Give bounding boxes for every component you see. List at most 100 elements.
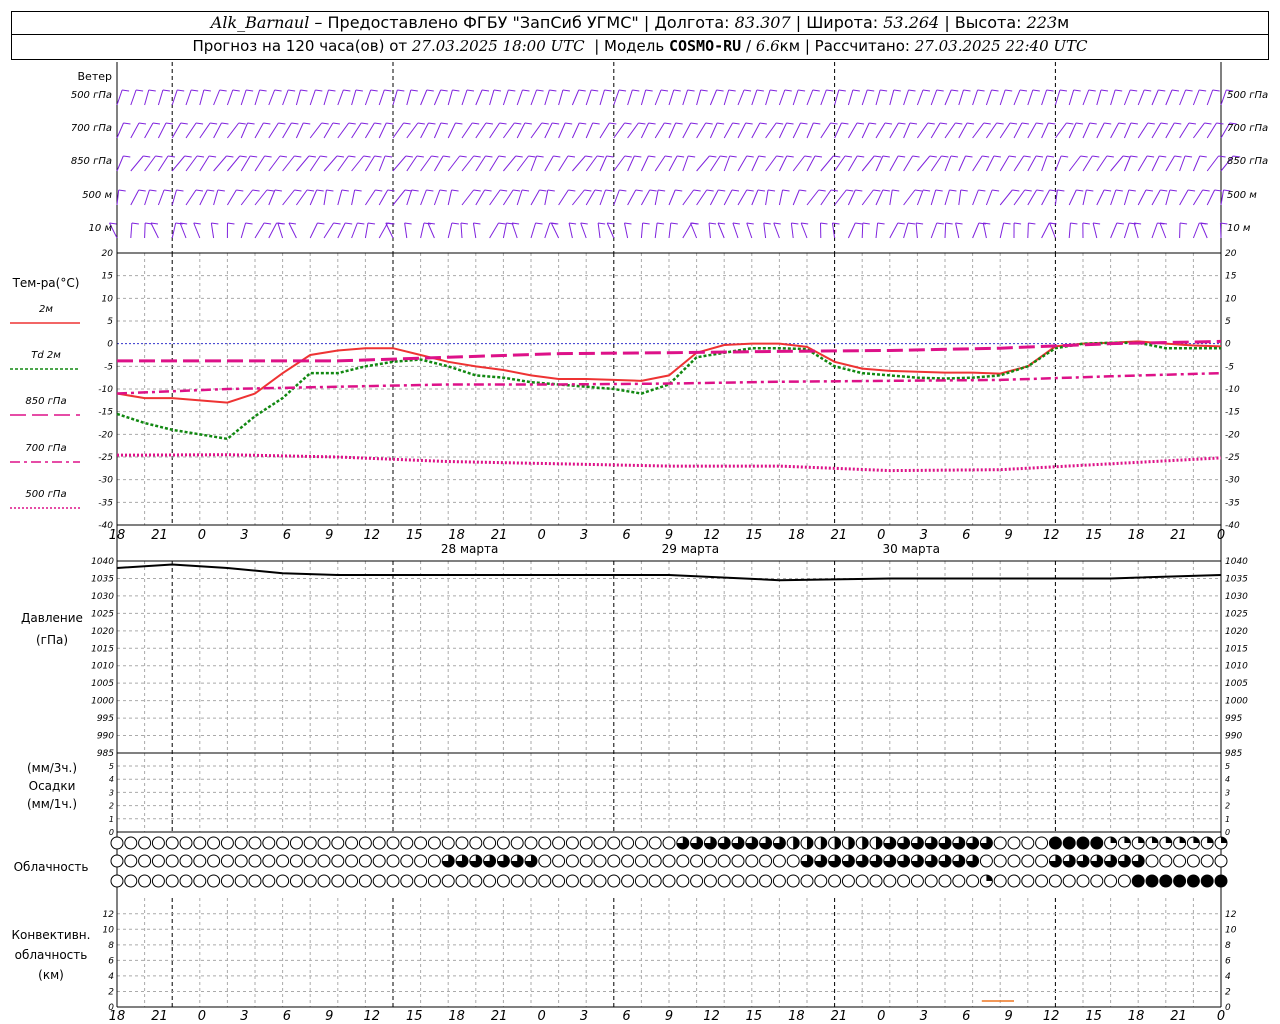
cloud-circle xyxy=(138,836,152,850)
conv-tick-label: 12 xyxy=(103,910,115,920)
cloud-symbol xyxy=(414,874,428,888)
wind-barb-flag xyxy=(466,89,475,92)
precip-tick-label: 5 xyxy=(109,762,114,771)
cloud-circle xyxy=(524,874,538,888)
cloud-symbol xyxy=(1159,836,1173,850)
wind-barb-staff xyxy=(985,189,993,206)
cloud-symbol xyxy=(938,854,952,868)
wind-barb xyxy=(282,122,299,139)
wind-barb xyxy=(213,155,234,172)
temp-tick-label: 20 xyxy=(1225,249,1237,259)
cloud-symbol xyxy=(248,874,262,888)
wind-barb-staff xyxy=(916,122,929,139)
wind-barb-staff xyxy=(778,189,784,206)
wind-barb-flag xyxy=(632,89,640,92)
wind-barb-flag xyxy=(1199,89,1207,92)
wind-barb-staff xyxy=(1013,122,1023,139)
cloud-circle xyxy=(262,836,276,850)
wind-barb-staff xyxy=(1054,89,1061,106)
wind-barb-flag xyxy=(211,222,219,225)
wind-barb-staff xyxy=(1027,189,1037,206)
wind-barb-flag xyxy=(846,189,854,192)
wind-barb xyxy=(226,222,235,239)
wind-barb-staff xyxy=(982,222,987,239)
cloud-circle xyxy=(289,874,303,888)
wind-barb-flag xyxy=(195,122,204,125)
wind-barb-staff xyxy=(240,189,253,206)
wind-barb-flag xyxy=(664,122,672,125)
wind-barb-staff xyxy=(737,122,747,139)
cloud-circle xyxy=(579,836,593,850)
cloud-circle xyxy=(579,854,593,868)
wind-barb xyxy=(875,122,893,139)
conv-tick-label: 4 xyxy=(108,972,114,982)
wind-barb xyxy=(447,89,460,106)
wind-barb xyxy=(958,89,971,106)
cloud-symbol xyxy=(1117,874,1131,888)
wind-barb xyxy=(623,222,632,239)
wind-barb xyxy=(1123,189,1136,206)
wind-barb-staff xyxy=(751,155,760,172)
cloud-symbol xyxy=(731,874,745,888)
wind-barb-flag xyxy=(648,155,656,158)
wind-barb-staff xyxy=(427,222,435,239)
wind-barb xyxy=(915,222,924,239)
wind-barb xyxy=(227,122,246,139)
wind-barb-flag xyxy=(812,89,820,92)
wind-barb xyxy=(916,189,931,206)
cloud-symbol xyxy=(276,854,290,868)
wind-barb-flag xyxy=(1171,89,1180,92)
wind-barb xyxy=(420,89,434,106)
wind-barb-staff xyxy=(861,89,868,106)
cloud-symbol xyxy=(772,874,786,888)
wind-barb-flag xyxy=(1008,155,1017,158)
cloud-symbol xyxy=(883,836,897,850)
wind-barb xyxy=(254,122,271,139)
cloud-symbol xyxy=(703,836,717,850)
wind-barb-flag xyxy=(165,122,174,125)
cloud-circle xyxy=(151,854,165,868)
cloud-symbol xyxy=(1145,854,1159,868)
cloud-circle xyxy=(165,854,179,868)
cloud-symbol xyxy=(193,854,207,868)
wind-barb-staff xyxy=(763,222,767,239)
wind-barb-flag xyxy=(776,155,784,158)
cloud-circle xyxy=(220,874,234,888)
wind-barb xyxy=(1054,89,1068,106)
wind-barb xyxy=(944,155,959,172)
wind-barb-staff xyxy=(1027,222,1029,239)
wind-barb xyxy=(903,122,918,139)
cloud-symbol xyxy=(165,854,179,868)
wind-barb-staff xyxy=(544,89,550,106)
wind-barb-flag xyxy=(341,189,349,192)
wind-barb-staff xyxy=(580,222,587,239)
wind-barb xyxy=(558,89,570,106)
wind-barb-flag xyxy=(226,155,234,158)
cloud-circle xyxy=(510,874,524,888)
wind-barb-flag xyxy=(927,122,935,125)
wind-barb-staff xyxy=(765,155,777,172)
cloud-symbol xyxy=(979,874,993,888)
wind-barb-flag xyxy=(852,89,860,92)
wind-barb xyxy=(378,155,393,172)
wind-barb xyxy=(999,222,1011,239)
conv-title-line2: облачность xyxy=(15,948,88,962)
wind-barb xyxy=(1179,122,1197,139)
cloud-symbol xyxy=(331,854,345,868)
wind-barb-flag xyxy=(729,155,737,158)
wind-barb xyxy=(737,189,754,206)
wind-barb-flag xyxy=(1032,89,1040,92)
wind-barb-staff xyxy=(447,222,453,239)
cloud-symbol xyxy=(634,874,648,888)
wind-barb-staff xyxy=(696,89,702,106)
cloud-circle xyxy=(358,854,372,868)
wind-barb xyxy=(268,89,282,106)
wind-barb-staff xyxy=(351,122,362,139)
wind-barb xyxy=(972,189,986,206)
wind-barb-flag xyxy=(705,122,713,125)
wind-barb-flag xyxy=(718,189,726,192)
temp-tick-label: 0 xyxy=(1225,340,1231,350)
wind-barb xyxy=(875,189,890,206)
pressure-tick-label: 1040 xyxy=(1225,557,1248,567)
wind-barb-flag xyxy=(801,222,809,225)
